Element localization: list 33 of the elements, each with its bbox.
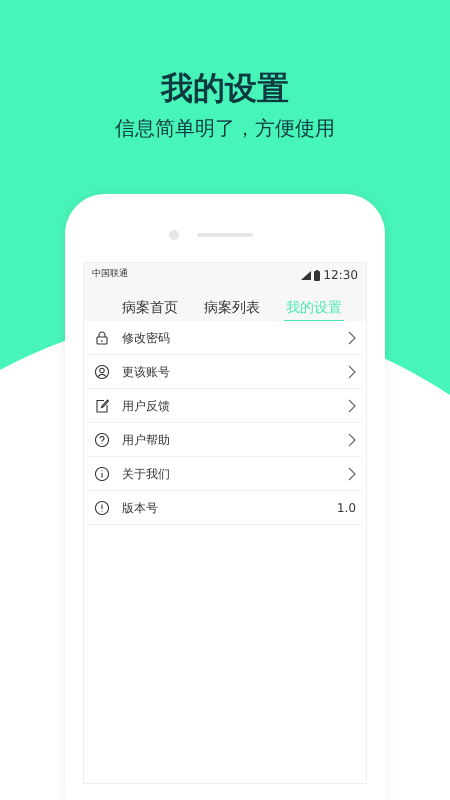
- clock-label: 12:30: [323, 267, 358, 284]
- settings-row[interactable]: 版本号 1.0: [88, 491, 362, 525]
- setting-label: 更该账号: [122, 364, 171, 380]
- setting-label: 用户反馈: [122, 398, 171, 414]
- setting-label: 版本号: [122, 500, 159, 516]
- carrier-label: 中国联通: [92, 268, 128, 282]
- settings-row[interactable]: 用户帮助: [88, 423, 362, 457]
- settings-row[interactable]: 用户反馈: [88, 389, 362, 423]
- help-icon: [94, 432, 110, 448]
- chevron-right-icon: [348, 432, 356, 446]
- info-icon: [94, 466, 110, 482]
- setting-label: 用户帮助: [122, 432, 171, 448]
- camera-icon: [169, 230, 179, 240]
- chevron-right-icon: [348, 330, 356, 344]
- settings-row[interactable]: 修改密码: [88, 321, 362, 355]
- setting-label: 关于我们: [122, 466, 171, 482]
- chevron-right-icon: [348, 466, 356, 480]
- signal-icon: [301, 270, 312, 280]
- version-value: 1.0: [336, 500, 356, 516]
- tab[interactable]: 病案首页: [120, 299, 180, 321]
- setting-label: 修改密码: [122, 330, 171, 346]
- tab[interactable]: 病案列表: [202, 299, 262, 321]
- user-icon: [94, 364, 110, 380]
- alert-icon: [94, 500, 110, 516]
- edit-icon: [94, 398, 110, 414]
- settings-row[interactable]: 更该账号: [88, 355, 362, 389]
- lock-icon: [94, 330, 110, 346]
- page-subtitle: 信息简单明了，方便使用: [115, 115, 335, 142]
- chevron-right-icon: [348, 364, 356, 378]
- page-title: 我的设置: [161, 68, 289, 109]
- battery-icon: [314, 270, 320, 280]
- settings-row[interactable]: 关于我们: [88, 457, 362, 491]
- chevron-right-icon: [348, 398, 356, 412]
